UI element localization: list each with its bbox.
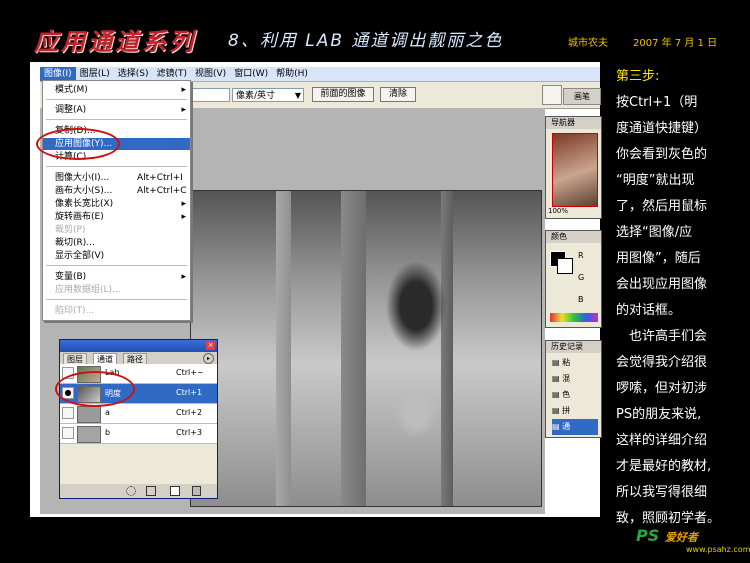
menu-item-crop: 裁剪(P) [55,225,86,235]
channel-row-b[interactable]: b Ctrl+3 [60,424,217,444]
load-selection-icon[interactable] [126,486,136,496]
annotation-circle [36,128,120,160]
channel-row-a[interactable]: a Ctrl+2 [60,404,217,424]
unit-select-value: 像素/英寸 [236,91,276,101]
channel-thumbnail [77,426,101,443]
color-channel-b: B [578,295,584,304]
menu-item-apply-data-set: 应用数据组(L)... [55,285,121,295]
channel-shortcut: Ctrl+3 [176,428,203,437]
menu-help[interactable]: 帮助(H) [272,67,312,81]
color-ramp[interactable] [550,313,598,322]
menu-item-pixel-aspect[interactable]: 像素长宽比(X) ▸ [43,198,190,210]
history-item-current[interactable]: ▤ 通 [552,419,598,435]
unit-select[interactable]: 像素/英寸 ▼ [232,88,304,102]
author-name: 城市农夫 [568,38,608,49]
palette-well-icon[interactable] [542,85,562,105]
image-menu: 模式(M) ▸ 调整(A) ▸ 复制(D)... 应用图像(Y)... 计算(C).… [42,80,191,321]
annotation-circle [55,371,135,407]
channel-name: a [105,408,110,417]
series-title: 应用通道系列 [34,28,196,56]
menu-item-trim[interactable]: 裁切(R)... [43,237,190,249]
arrow-right-icon: ▸ [181,199,186,209]
color-panel: 颜色 R G B [545,230,602,328]
history-item[interactable]: ▤ 混 [552,371,598,387]
front-image-button[interactable]: 前面的图像 [312,87,374,102]
channel-name: b [105,428,111,437]
menu-item-trap: 陷印(T)... [55,306,95,316]
history-item[interactable]: ▤ 粘 [552,355,598,371]
channel-thumbnail [77,406,101,423]
trash-icon[interactable] [192,486,201,496]
instruction-text: 按Ctrl+1（明 度通道快捷键） 你会看到灰色的 “明度”就出现 了，然后用鼠… [616,95,721,526]
navigator-thumbnail[interactable] [552,133,598,207]
channel-shortcut: Ctrl+2 [176,408,203,417]
close-icon[interactable]: × [206,341,215,350]
menu-window[interactable]: 窗口(W) [230,67,272,81]
channels-panel: × 图层 通道 路径 ▸ Lab Ctrl+~ ● 明度 Ctrl+1 a Ct… [59,339,218,499]
arrow-right-icon: ▸ [181,105,186,115]
menu-select[interactable]: 选择(S) [114,67,153,81]
color-channel-g: G [578,273,585,282]
save-selection-icon[interactable] [146,486,156,496]
menu-item-image-size[interactable]: 图像大小(I)... Alt+Ctrl+I [43,172,190,184]
menu-item-canvas-size[interactable]: 画布大小(S)... Alt+Ctrl+C [43,185,190,197]
document-image [190,190,542,507]
menu-item-adjust[interactable]: 调整(A) ▸ [43,104,190,116]
menu-item-mode[interactable]: 模式(M) ▸ [43,84,190,96]
channel-shortcut: Ctrl+~ [176,368,204,377]
menu-filter[interactable]: 滤镜(T) [152,67,191,81]
step-heading: 第三步: [616,69,660,84]
panel-tabs: 图层 通道 路径 ▸ [60,352,217,365]
panel-menu-icon[interactable]: ▸ [203,353,214,364]
history-list: ▤ 粘 ▤ 混 ▤ 色 ▤ 拼 ▤ 通 [552,355,598,435]
chevron-down-icon: ▼ [294,91,301,100]
menu-image[interactable]: 图像(I) [40,67,76,81]
resolution-field[interactable] [190,88,230,102]
panel-title-bar[interactable]: × [60,340,217,352]
color-channel-r: R [578,251,584,260]
site-logo: PS 爱好者 [636,526,698,545]
menu-item-variables[interactable]: 变量(B) ▸ [43,271,190,283]
new-channel-icon[interactable] [170,486,180,496]
arrow-right-icon: ▸ [181,212,186,222]
clear-button[interactable]: 清除 [380,87,416,102]
arrow-right-icon: ▸ [181,272,186,282]
menu-view[interactable]: 视图(V) [191,67,230,81]
history-item[interactable]: ▤ 拼 [552,403,598,419]
background-color-swatch[interactable] [557,258,573,274]
menu-layer[interactable]: 图层(L) [76,67,114,81]
tab-history[interactable]: 历史记录 [546,341,601,353]
site-url: www.psahz.com [686,545,750,554]
zoom-value[interactable]: 100% [548,207,568,215]
visibility-toggle[interactable] [62,407,74,419]
navigator-panel: 导航器 100% [545,116,602,219]
history-panel: 历史记录 ▤ 粘 ▤ 混 ▤ 色 ▤ 拼 ▤ 通 [545,340,602,438]
visibility-toggle[interactable] [62,427,74,439]
channel-shortcut: Ctrl+1 [176,388,203,397]
publish-date: 2007 年 7 月 1 日 [633,38,718,49]
arrow-right-icon: ▸ [181,85,186,95]
panel-footer [60,484,217,498]
lesson-title: 8、利用 LAB 通道调出靓丽之色 [228,31,504,51]
history-item[interactable]: ▤ 色 [552,387,598,403]
menu-item-rotate-canvas[interactable]: 旋转画布(E) ▸ [43,211,190,223]
tab-brushes[interactable]: 画笔 [563,88,601,105]
menu-item-reveal-all[interactable]: 显示全部(V) [43,250,190,262]
tab-color[interactable]: 颜色 [546,231,601,243]
tab-navigator[interactable]: 导航器 [546,117,601,129]
